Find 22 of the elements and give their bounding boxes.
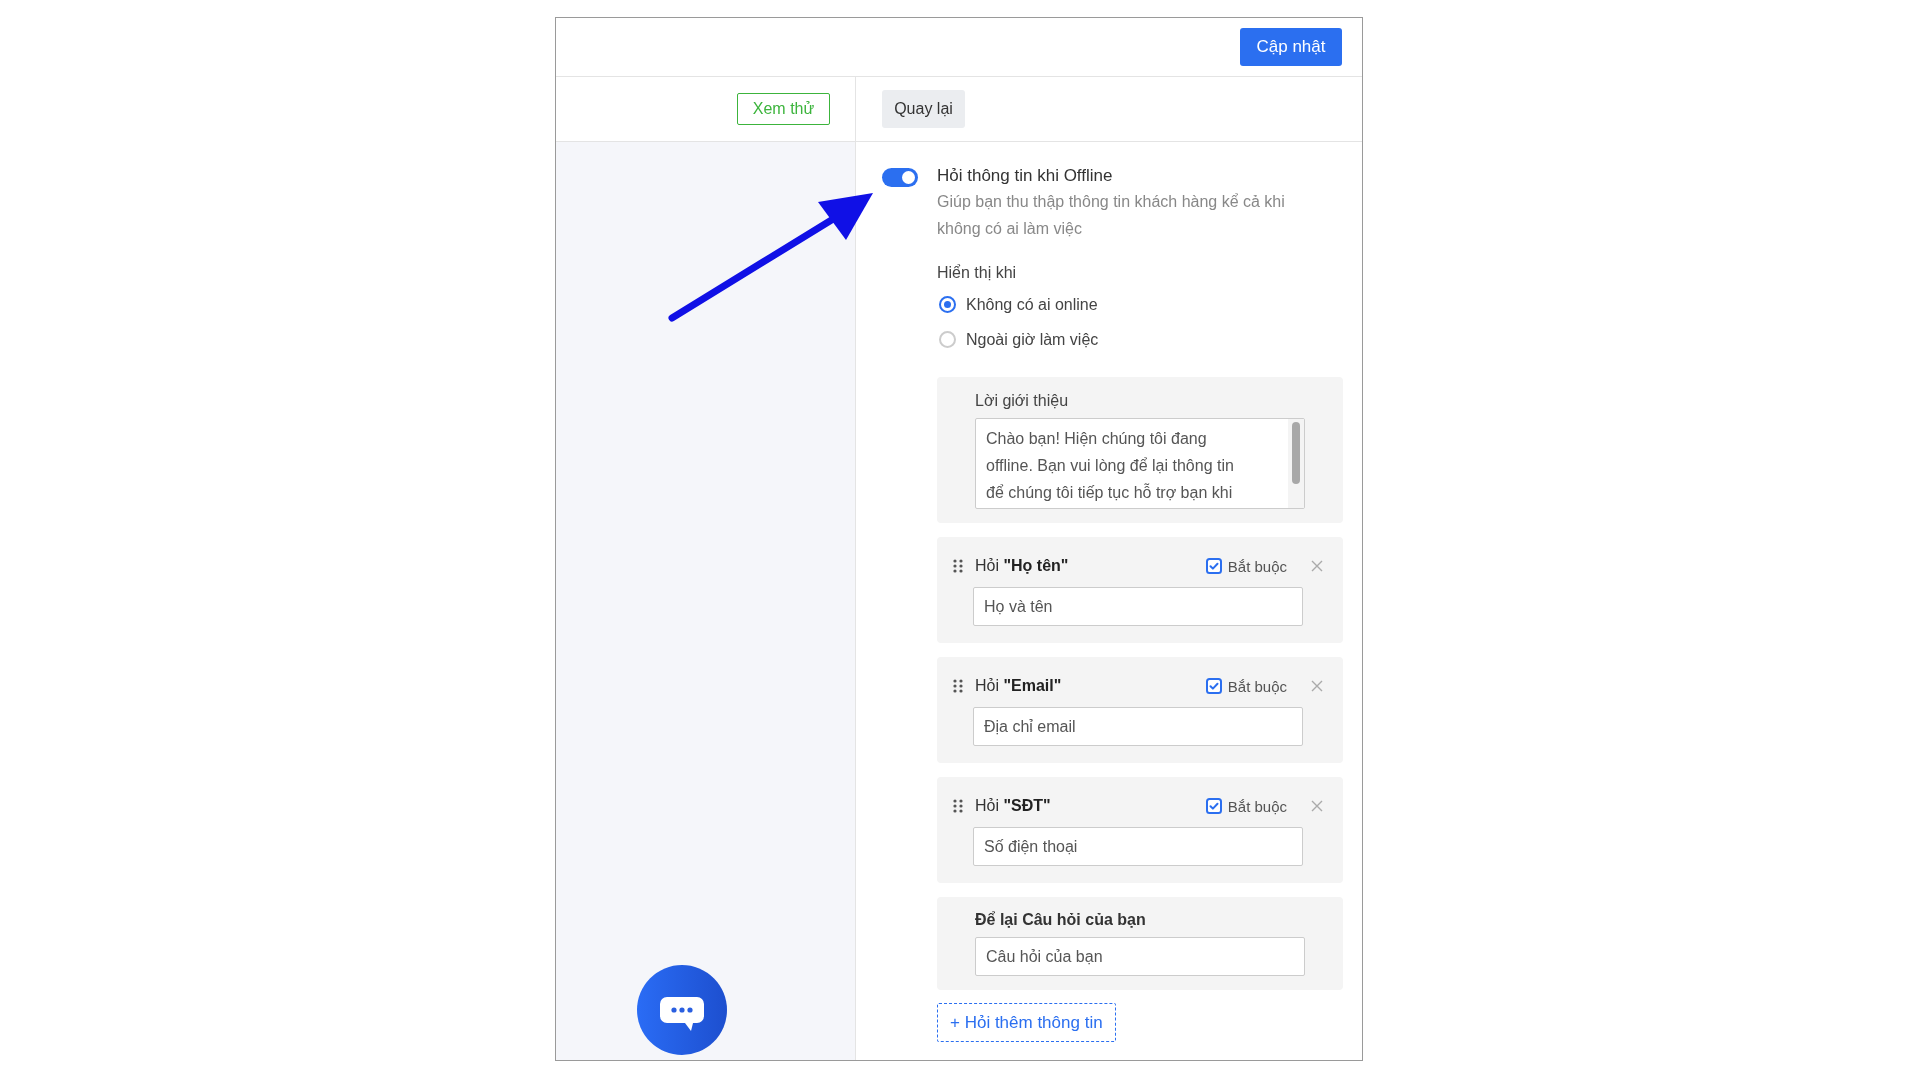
intro-field[interactable]: Chào bạn! Hiện chúng tôi đang offline. Bạn vui lòng để lại thông tin để chúng tôi tiếp tục hỗ trợ bạn khi: [975, 418, 1305, 509]
radio-label: Không có ai online: [966, 295, 1098, 314]
input-field[interactable]: Địa chỉ email: [973, 707, 1303, 746]
required-label: Bắt buộc: [1227, 557, 1287, 575]
back-button[interactable]: Quay lại: [882, 90, 965, 128]
radio-label: Ngoài giờ làm việc: [966, 330, 1099, 349]
update-button[interactable]: Cập nhật: [1240, 28, 1342, 66]
input-field[interactable]: Họ và tên: [973, 587, 1303, 626]
question-title: Hỏi "SĐT": [975, 797, 1052, 815]
preview-button[interactable]: Xem thử: [737, 93, 830, 125]
field-label: Hiển thị khi: [937, 264, 1018, 282]
required-label: Bắt buộc: [1227, 797, 1287, 815]
field-label: Để lại Câu hỏi của bạn: [975, 911, 1147, 929]
question-title: Hỏi "Email": [975, 677, 1063, 695]
input-field[interactable]: Số điện thoại: [973, 827, 1303, 866]
required-label: Bắt buộc: [1227, 677, 1287, 695]
question-title: Hỏi "Họ tên": [975, 557, 1070, 575]
add-question-button[interactable]: + Hỏi thêm thông tin: [937, 1003, 1116, 1042]
field-label: Lời giới thiệu: [975, 392, 1070, 410]
section-description: Giúp bạn thu thập thông tin khách hàng kể cả khi không có ai làm việc: [937, 192, 1286, 239]
input-field[interactable]: Câu hỏi của bạn: [975, 937, 1305, 976]
section-title: Hỏi thông tin khi Offline: [937, 166, 1114, 186]
